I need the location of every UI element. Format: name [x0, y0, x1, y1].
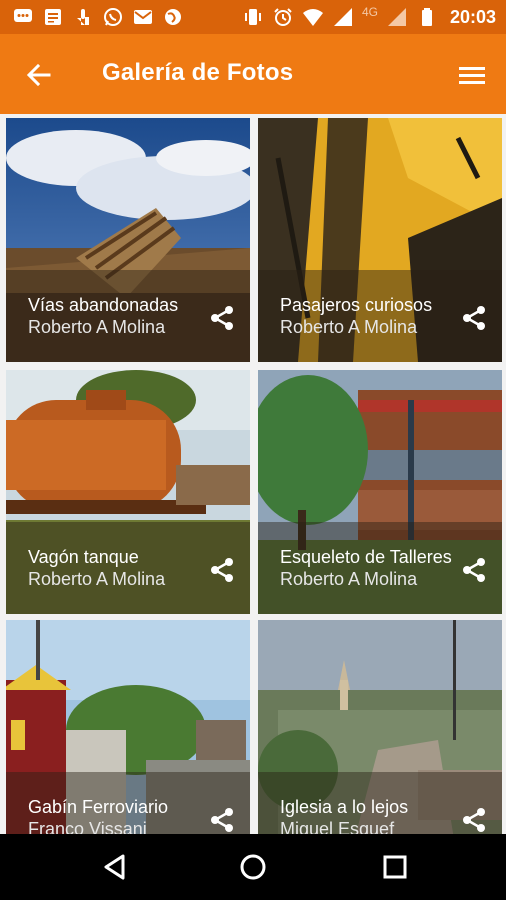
share-icon [211, 808, 233, 832]
clock: 20:03 [449, 6, 496, 27]
whatsapp-icon [102, 6, 124, 28]
home-circle-icon [240, 854, 266, 880]
touch-icon [72, 6, 94, 28]
share-icon [211, 558, 233, 582]
photo-gallery-grid: Vías abandonadas Roberto A Molina Pasaje… [6, 118, 502, 834]
photo-author: Miguel Esquef [280, 819, 395, 834]
share-button[interactable] [458, 302, 490, 334]
nav-home-button[interactable] [236, 850, 270, 884]
nav-recents-button[interactable] [378, 850, 412, 884]
photo-title: Gabín Ferroviario [28, 797, 169, 817]
globe-icon [162, 6, 184, 28]
share-icon [463, 558, 485, 582]
page-title: Galería de Fotos [102, 59, 294, 86]
back-button[interactable] [22, 58, 56, 92]
signal-icon [332, 6, 354, 28]
gallery-card[interactable]: Gabín Ferroviario Franco Vissani [6, 620, 250, 834]
photo-author: Roberto A Molina [28, 317, 166, 337]
hamburger-menu-icon [459, 67, 485, 84]
share-button[interactable] [206, 302, 238, 334]
news-icon [42, 6, 64, 28]
system-navigation-bar [0, 834, 506, 900]
gallery-card[interactable]: Vías abandonadas Roberto A Molina [6, 118, 250, 362]
back-triangle-icon [104, 854, 125, 880]
photo-author: Roberto A Molina [280, 569, 418, 589]
recents-square-icon [383, 855, 407, 879]
system-icons: 4G 20:03 [242, 5, 496, 28]
photo-author: Roberto A Molina [28, 569, 166, 589]
app-bar: Galería de Fotos [0, 34, 506, 114]
gallery-card[interactable]: Vagón tanque Roberto A Molina [6, 370, 250, 614]
photo-author: Franco Vissani [28, 819, 147, 834]
network-type-label: 4G [361, 5, 378, 19]
photo-title: Iglesia a lo lejos [280, 797, 409, 817]
menu-button[interactable] [456, 59, 488, 91]
share-icon [463, 808, 485, 832]
share-button[interactable] [458, 804, 490, 834]
wifi-icon [302, 6, 324, 28]
nav-back-button[interactable] [98, 850, 132, 884]
photo-title: Vías abandonadas [28, 295, 179, 315]
signal-secondary-icon [386, 6, 408, 28]
share-button[interactable] [206, 554, 238, 586]
share-button[interactable] [206, 804, 238, 834]
share-icon [211, 306, 233, 330]
alarm-icon [272, 6, 294, 28]
notification-icons [12, 6, 184, 28]
battery-icon [416, 6, 438, 28]
photo-title: Pasajeros curiosos [280, 295, 433, 315]
photo-author: Roberto A Molina [280, 317, 418, 337]
photo-title: Esqueleto de Talleres [280, 547, 452, 567]
status-bar: 4G 20:03 [0, 0, 506, 34]
arrow-back-icon [26, 63, 51, 87]
share-button[interactable] [458, 554, 490, 586]
vibrate-icon [242, 6, 264, 28]
gmail-icon [132, 6, 154, 28]
chat-icon [12, 6, 34, 28]
gallery-card[interactable]: Esqueleto de Talleres Roberto A Molina [258, 370, 502, 614]
gallery-card[interactable]: Iglesia a lo lejos Miguel Esquef [258, 620, 502, 834]
share-icon [463, 306, 485, 330]
photo-title: Vagón tanque [28, 547, 139, 567]
gallery-card[interactable]: Pasajeros curiosos Roberto A Molina [258, 118, 502, 362]
